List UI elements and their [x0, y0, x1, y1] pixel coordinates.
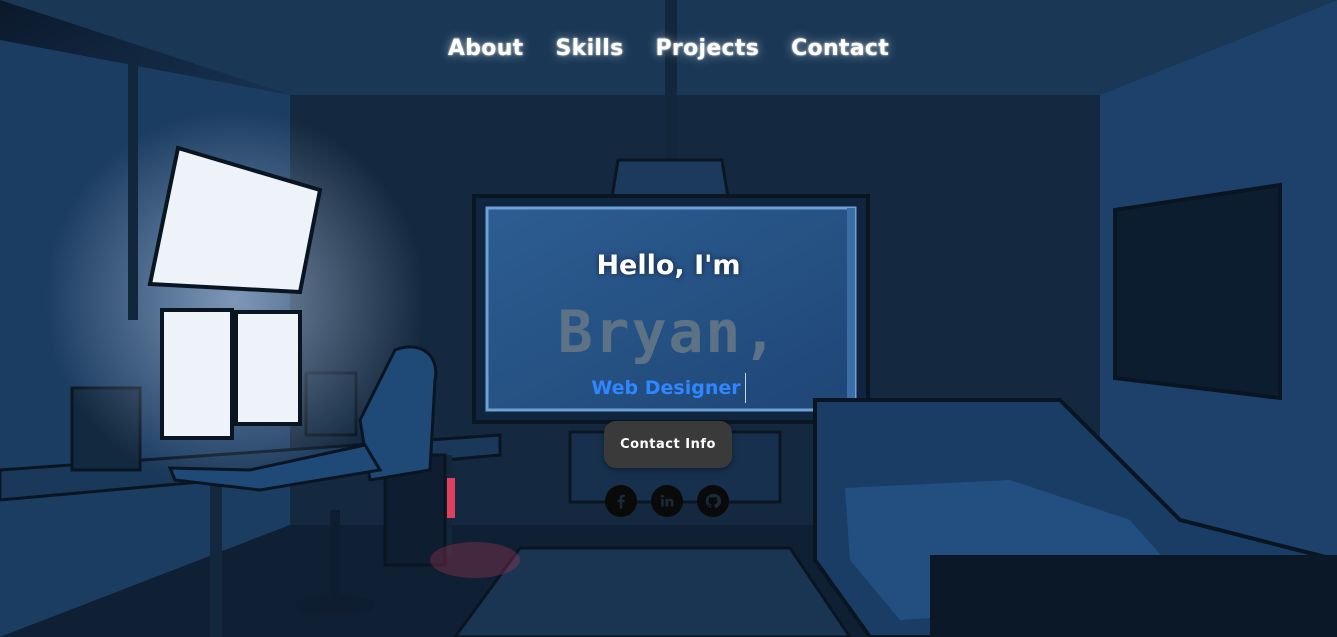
github-link[interactable]	[697, 485, 729, 517]
hero-greeting: Hello, I'm	[596, 250, 741, 281]
hero-role-typing: Web Designer	[591, 373, 746, 403]
facebook-icon	[617, 494, 625, 509]
facebook-link[interactable]	[605, 485, 637, 517]
github-icon	[705, 493, 722, 508]
hero-section: Hello, I'm Bryan, Web Designer Contact I…	[0, 0, 1337, 637]
hero-name: Bryan,	[557, 298, 780, 366]
contact-info-button[interactable]: Contact Info	[604, 421, 732, 468]
linkedin-link[interactable]	[651, 485, 683, 517]
hero-role-container: Web Designer	[0, 373, 1337, 403]
linkedin-icon	[661, 494, 674, 507]
social-links	[605, 485, 729, 517]
